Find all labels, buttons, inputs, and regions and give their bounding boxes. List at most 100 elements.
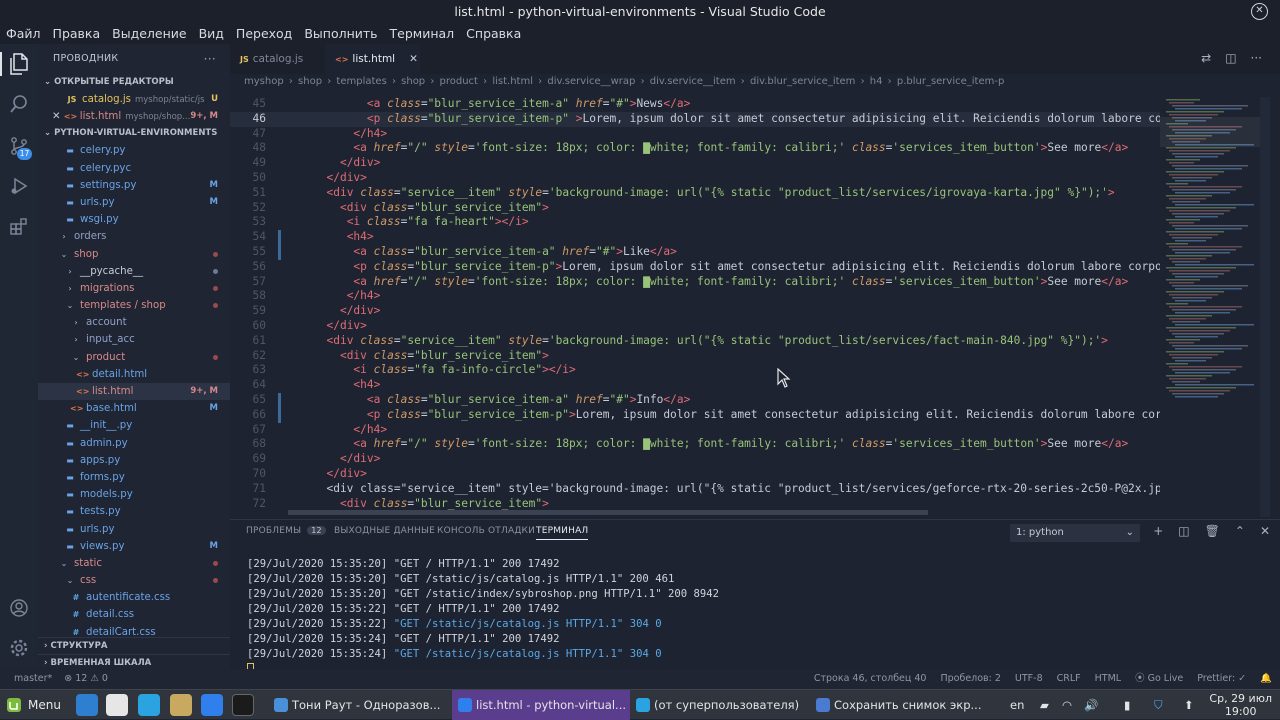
menu-item[interactable]: Файл — [0, 24, 47, 44]
extensions-icon[interactable] — [7, 214, 31, 238]
code-line[interactable]: 48 <a href="/" style='font-size: 18px; c… — [230, 141, 1160, 156]
code-line[interactable]: 62 <div class="blur_service_item"> — [230, 349, 1160, 364]
panel-tab-1[interactable]: ВЫХОДНЫЕ ДАННЫЕ — [334, 526, 435, 536]
tree-item[interactable]: <> detail.html — [38, 366, 230, 383]
menu-item[interactable]: Выполнить — [298, 24, 383, 44]
volume-icon[interactable]: 🔊 — [1084, 690, 1098, 720]
tree-item[interactable]: ▬ settings.py M — [38, 177, 230, 194]
breadcrumb-item[interactable]: shop — [298, 76, 322, 87]
taskbar-window[interactable]: Тони Раут - Одноразов... — [268, 690, 448, 720]
panel-tab-0[interactable]: ПРОБЛЕМЫ 12 — [246, 526, 326, 536]
code-line[interactable]: 49 </div> — [230, 156, 1160, 171]
vertical-scrollbar[interactable] — [1260, 97, 1270, 517]
clock[interactable]: Ср, 29 июл 19:00 — [1209, 692, 1272, 718]
code-line[interactable]: 51 <div class="service__item" style='bac… — [230, 186, 1160, 201]
update-icon[interactable]: ⬆ — [1184, 690, 1194, 720]
breadcrumb-item[interactable]: div.blur_service_item — [750, 76, 855, 87]
code-line[interactable]: 67 </h4> — [230, 423, 1160, 438]
status-item[interactable]: Prettier: ✓ — [1197, 669, 1246, 689]
split-editor-icon[interactable]: ◫ — [1225, 51, 1236, 65]
tree-item[interactable]: ⌄ templates / shop — [38, 297, 230, 314]
tree-item[interactable]: ▬ celery.py — [38, 142, 230, 159]
sublime-launcher-icon[interactable] — [170, 694, 192, 716]
breadcrumb-item[interactable]: product — [440, 76, 478, 87]
status-item[interactable]: UTF-8 — [1015, 669, 1043, 689]
more-actions-icon[interactable]: ··· — [204, 44, 216, 74]
breadcrumb-item[interactable]: div.service__item — [650, 76, 736, 87]
bell-icon[interactable]: 🔔 — [1260, 669, 1272, 689]
breadcrumb-item[interactable]: shop — [401, 76, 425, 87]
new-terminal-icon[interactable]: + — [1153, 524, 1163, 538]
telegram-launcher-icon[interactable] — [138, 694, 160, 716]
files-launcher-icon[interactable] — [106, 694, 128, 716]
settings-gear-icon[interactable] — [7, 636, 31, 660]
battery-icon[interactable]: ▮ — [1124, 690, 1130, 720]
code-line[interactable]: 46 <p class="blur_service_item-p" >Lorem… — [230, 111, 1160, 127]
code-line[interactable]: 66 <p class="blur_service_item-p">Lorem,… — [230, 408, 1160, 423]
tree-item[interactable]: ▬ __init__.py — [38, 417, 230, 434]
split-terminal-icon[interactable]: ◫ — [1178, 524, 1189, 538]
taskbar-window[interactable]: list.html - python-virtual... — [452, 690, 630, 720]
status-item[interactable]: ⦿ Go Live — [1135, 669, 1183, 689]
code-line[interactable]: 59 </div> — [230, 304, 1160, 319]
code-line[interactable]: 54 <h4> — [230, 230, 1160, 245]
code-line[interactable]: 47 </h4> — [230, 127, 1160, 142]
tree-item[interactable]: ▬ urls.py — [38, 521, 230, 538]
outline-section[interactable]: › СТРУКТУРА — [38, 637, 230, 654]
status-item[interactable]: Строка 46, столбец 40 — [814, 669, 927, 689]
code-line[interactable]: 61 <div class="service__item" style='bac… — [230, 334, 1160, 349]
taskbar-window[interactable]: (от суперпользователя) — [630, 690, 808, 720]
start-menu-button[interactable]: Menu — [6, 695, 61, 715]
terminal-output[interactable]: [29/Jul/2020 15:35:20] "GET / HTTP/1.1" … — [247, 557, 719, 677]
keyboard-layout[interactable]: en — [1010, 690, 1024, 720]
tree-item[interactable]: <> base.html M — [38, 400, 230, 417]
code-line[interactable]: 55 <a class="blur_service_item-a" href="… — [230, 245, 1160, 260]
code-line[interactable]: 71 <div class="service__item" style='bac… — [230, 482, 1160, 497]
open-editors-section[interactable]: ⌄ ОТКРЫТЫЕ РЕДАКТОРЫ — [38, 74, 230, 91]
code-line[interactable]: 58 </h4> — [230, 289, 1160, 304]
tree-item[interactable]: ⌄ static — [38, 555, 230, 572]
code-line[interactable]: 70 </div> — [230, 467, 1160, 482]
panel-tab-3[interactable]: ТЕРМИНАЛ — [536, 526, 589, 540]
tree-item[interactable]: ▬ urls.py M — [38, 194, 230, 211]
menu-item[interactable]: Справка — [460, 24, 527, 44]
chevron-up-icon[interactable]: ⌃ — [1235, 524, 1245, 538]
tree-item[interactable]: ▬ apps.py — [38, 452, 230, 469]
explorer-icon[interactable] — [7, 52, 31, 76]
tree-item[interactable]: ⌄ product — [38, 349, 230, 366]
code-line[interactable]: 56 <p class="blur_service_item-p">Lorem,… — [230, 260, 1160, 275]
breadcrumb-item[interactable]: h4 — [870, 76, 883, 87]
tree-item[interactable]: › orders — [38, 228, 230, 245]
menu-item[interactable]: Правка — [47, 24, 107, 44]
tab-catalog-js[interactable]: JS catalog.js — [230, 44, 325, 74]
tree-item[interactable]: <> list.html 9+, M — [38, 383, 230, 401]
tree-item[interactable]: › input_acc — [38, 331, 230, 348]
shield-icon[interactable]: ⛉ — [1154, 690, 1163, 720]
tree-item[interactable]: ⌄ css — [38, 572, 230, 589]
tree-item[interactable]: # detail.css — [38, 606, 230, 623]
code-line[interactable]: 52 <div class="blur_service_item"> — [230, 201, 1160, 216]
menu-item[interactable]: Вид — [193, 24, 230, 44]
panel-tab-2[interactable]: КОНСОЛЬ ОТЛАДКИ — [437, 526, 535, 536]
run-debug-icon[interactable] — [7, 174, 31, 198]
tree-item[interactable]: # autentificate.css — [38, 589, 230, 606]
trash-icon[interactable]: 🗑 — [1205, 524, 1220, 538]
menu-item[interactable]: Переход — [230, 24, 298, 44]
terminal-select[interactable]: 1: python ⌄ — [1010, 524, 1140, 542]
horizontal-scrollbar[interactable] — [288, 510, 928, 515]
code-line[interactable]: 57 <a href="/" style='font-size: 18px; c… — [230, 275, 1160, 290]
tree-item[interactable]: ▬ forms.py — [38, 469, 230, 486]
code-line[interactable]: 69 </div> — [230, 452, 1160, 467]
code-line[interactable]: 64 <h4> — [230, 378, 1160, 393]
status-item[interactable]: CRLF — [1057, 669, 1081, 689]
menu-item[interactable]: Терминал — [384, 24, 461, 44]
breadcrumb-item[interactable]: list.html — [492, 76, 533, 87]
code-view[interactable]: 45 <a class="blur_service_item-a" href="… — [230, 97, 1160, 517]
breadcrumb-item[interactable]: myshop — [244, 76, 284, 87]
code-line[interactable]: 60 </div> — [230, 319, 1160, 334]
breadcrumb-item[interactable]: div.service__wrap — [547, 76, 635, 87]
close-window-button[interactable]: ✕ — [1251, 3, 1268, 20]
tree-item[interactable]: ▬ celery.pyc — [38, 160, 230, 177]
status-item[interactable]: Пробелов: 2 — [940, 669, 1000, 689]
menu-item[interactable]: Выделение — [106, 24, 192, 44]
